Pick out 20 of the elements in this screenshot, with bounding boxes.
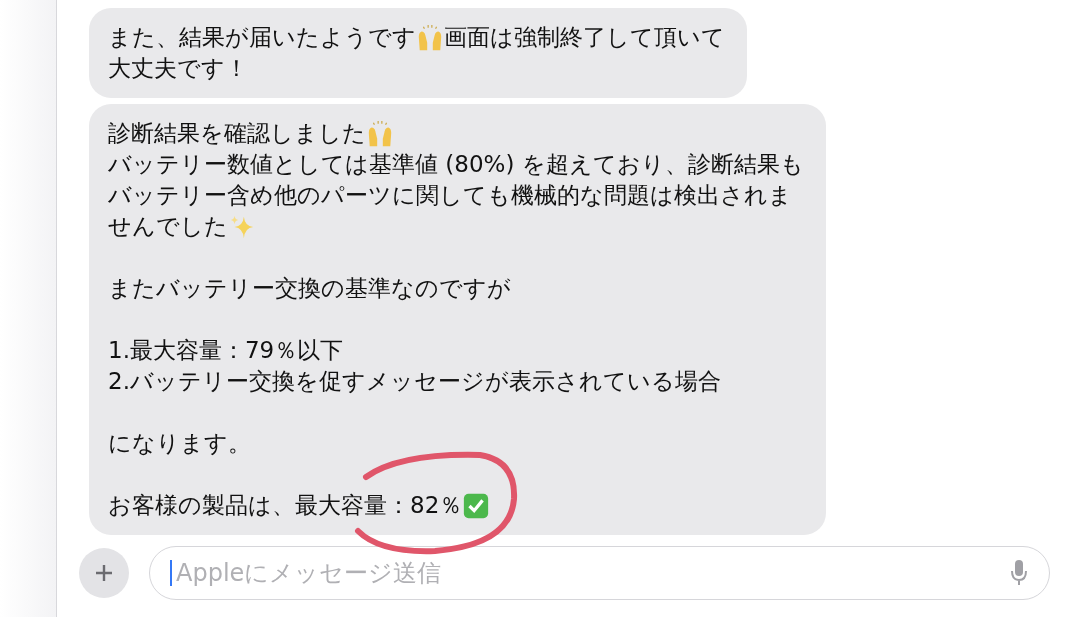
message-input-field[interactable]: Appleにメッセージ送信 [174, 558, 1007, 588]
microphone-icon[interactable] [1009, 559, 1029, 587]
plus-icon [94, 563, 114, 583]
message-text: 1.最大容量：79％以下 [108, 336, 344, 365]
message-text: バッテリー含め他のパーツに関しても機械的な問題は検出されま [108, 181, 792, 210]
message-text: またバッテリー交換の基準なのですが [108, 274, 511, 303]
add-button[interactable] [79, 548, 129, 598]
message-text: また、結果が届いたようです [108, 23, 416, 52]
message-text: になります。 [108, 429, 251, 458]
message-text: 大丈夫です！ [108, 54, 248, 83]
message-bar[interactable]: Appleにメッセージ送信 [149, 546, 1050, 600]
message-text: バッテリー数値としては基準値 (80%) を超えており、診断結果も [108, 150, 804, 179]
raised-hands-icon [366, 119, 394, 148]
message-text: せんでした [108, 212, 228, 241]
message-text: お客様の製品は、最大容量：82％ [108, 491, 463, 520]
message-text: 2.バッテリー交換を促すメッセージが表示されている場合 [108, 367, 721, 396]
message-text: 画面は強制終了して頂いて [444, 23, 725, 52]
check-mark-icon [462, 491, 491, 520]
raised-hands-icon [416, 23, 444, 52]
message-text: 診断結果を確認しました [108, 119, 366, 148]
